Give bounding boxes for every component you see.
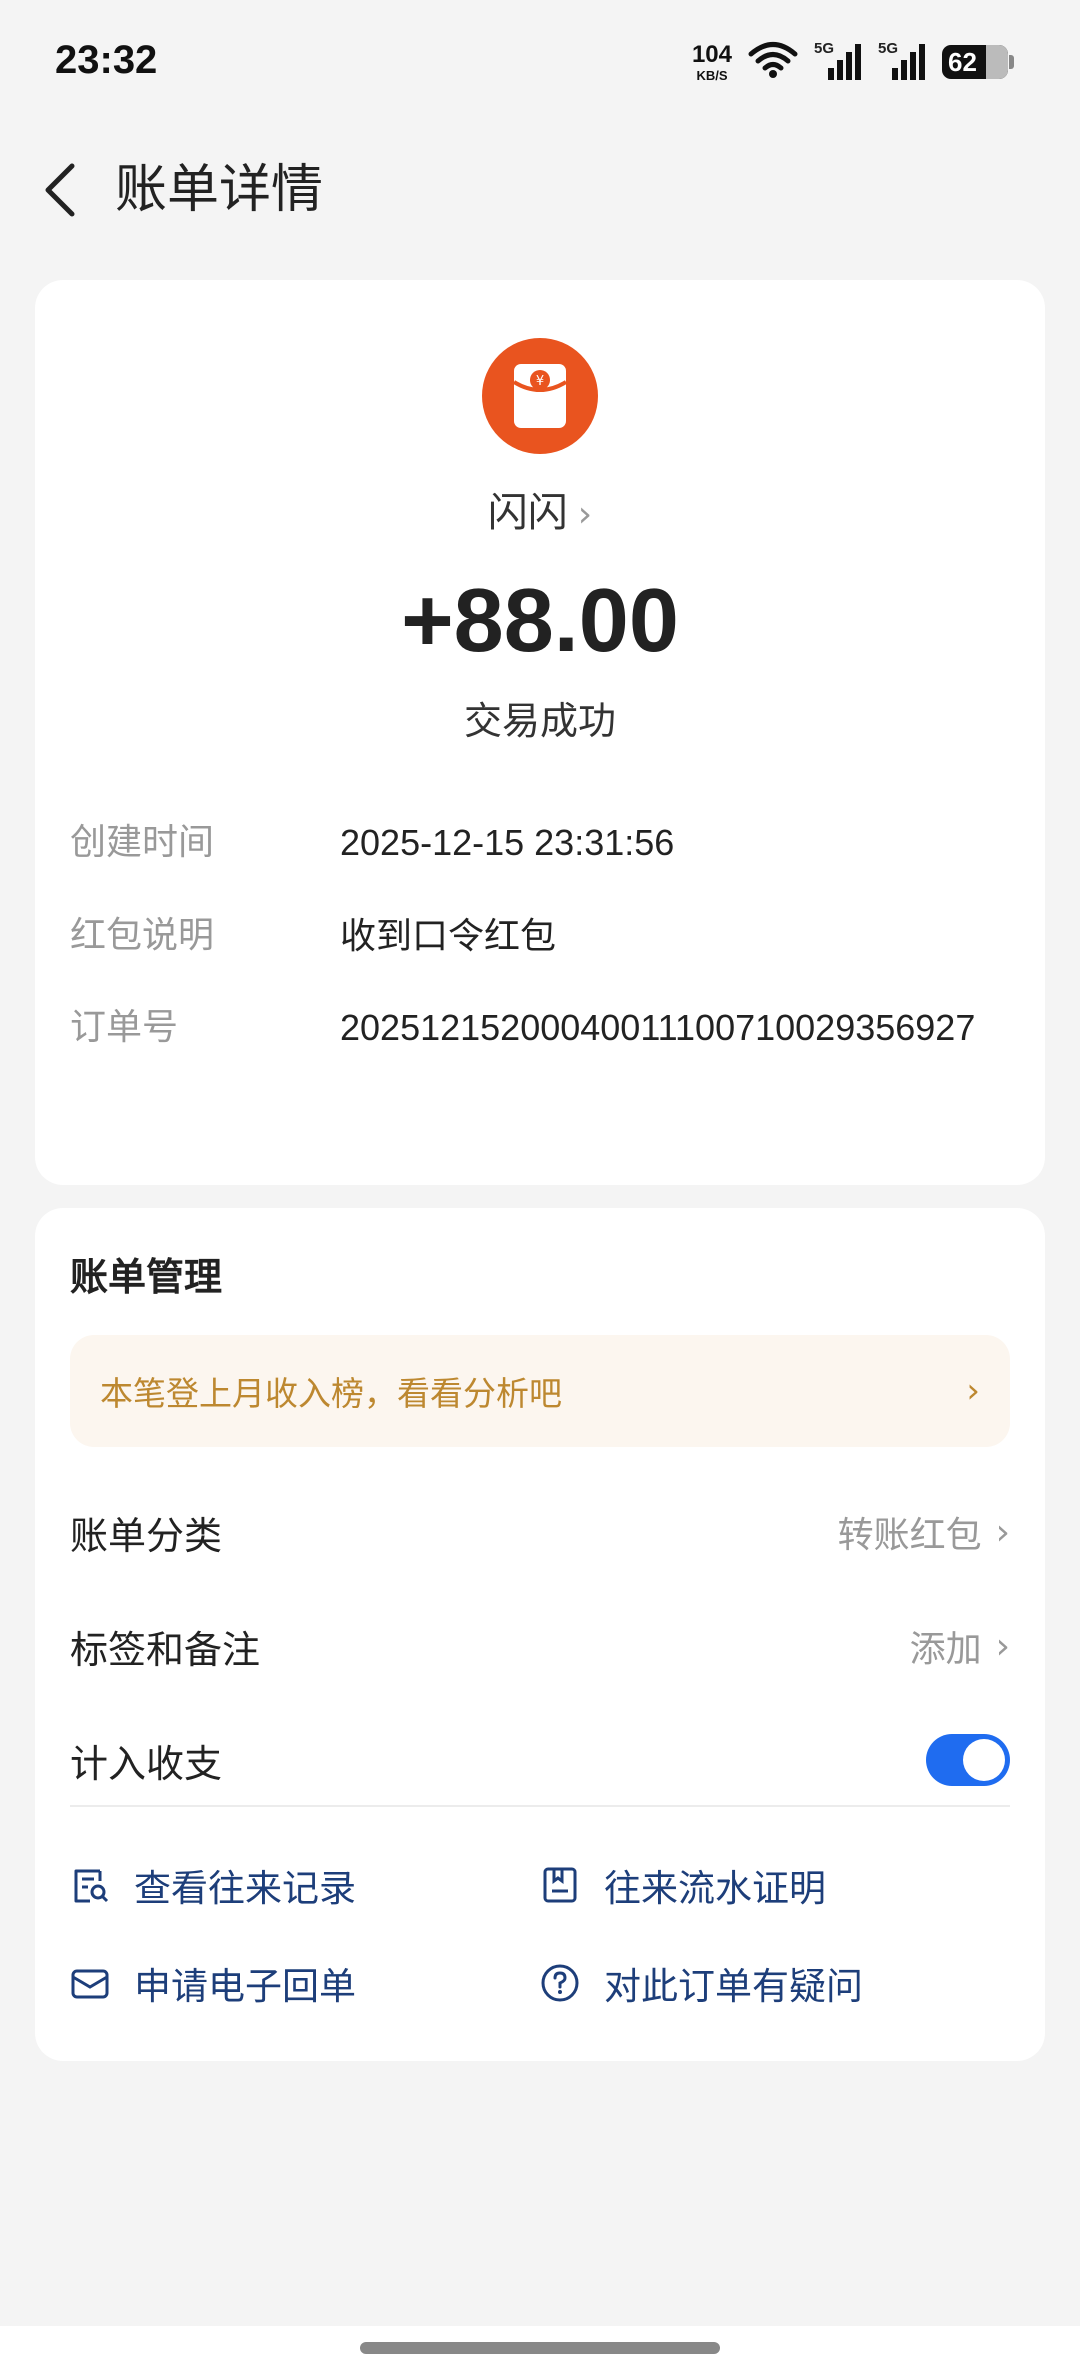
- bill-management-card: 账单管理 本笔登上月收入榜，看看分析吧 › 账单分类 转账红包 › 标签和备注 …: [35, 1208, 1045, 2061]
- link-label: 往来流水证明: [604, 1867, 826, 1910]
- toggle-knob: [963, 1739, 1005, 1781]
- section-title: 账单管理: [70, 1255, 223, 1299]
- chevron-right-icon: ›: [995, 1511, 1010, 1553]
- net-speed-unit: KB/S: [696, 67, 728, 83]
- chevron-left-icon: [45, 163, 75, 217]
- battery-empty: [986, 45, 1008, 79]
- status-bar: 23:32 104 KB/S 5G 5G 62: [0, 0, 1080, 120]
- tags-notes-row[interactable]: 标签和备注 添加 ›: [70, 1606, 1010, 1686]
- transaction-certificate-link[interactable]: 往来流水证明: [540, 1858, 826, 1912]
- net-speed-value: 104: [691, 40, 732, 68]
- row-label: 标签和备注: [70, 1627, 261, 1672]
- battery-icon: 62: [942, 45, 1014, 79]
- view-history-link[interactable]: 查看往来记录: [70, 1858, 356, 1912]
- detail-label: 订单号: [70, 1007, 179, 1048]
- row-value: 添加: [909, 1629, 982, 1670]
- link-label: 对此订单有疑问: [604, 1965, 863, 2008]
- link-label: 查看往来记录: [134, 1867, 356, 1910]
- record-search-icon: [70, 1865, 110, 1905]
- status-icons: 104 KB/S 5G 5G 62: [691, 40, 1014, 84]
- row-value: 转账红包: [837, 1515, 982, 1556]
- chevron-right-icon: ›: [966, 1371, 980, 1411]
- red-envelope-icon: ¥: [482, 338, 598, 454]
- transaction-amount: +88.00: [401, 571, 679, 671]
- banner-text: 本笔登上月收入榜，看看分析吧: [100, 1374, 562, 1413]
- transaction-card: ¥ 闪闪 › +88.00 交易成功 创建时间 2025-12-15 23:31:…: [35, 280, 1045, 1185]
- question-circle-icon: [540, 1963, 580, 2003]
- link-label: 申请电子回单: [134, 1965, 356, 2008]
- detail-label: 红包说明: [70, 915, 215, 956]
- nav-bar: 账单详情: [0, 140, 1080, 240]
- payer-link[interactable]: 闪闪 ›: [35, 480, 1045, 538]
- svg-text:¥: ¥: [536, 374, 544, 389]
- include-in-stats-toggle[interactable]: [926, 1734, 1010, 1786]
- back-button[interactable]: [30, 160, 90, 220]
- divider: [70, 1805, 1010, 1807]
- page-title: 账单详情: [115, 160, 324, 220]
- bill-category-row[interactable]: 账单分类 转账红包 ›: [70, 1492, 1010, 1572]
- detail-value: 2025-12-15 23:31:56: [340, 822, 675, 863]
- status-time: 23:32: [55, 38, 158, 82]
- payer-name: 闪闪: [487, 490, 568, 536]
- include-in-stats-row: 计入收支: [70, 1720, 1010, 1800]
- chevron-right-icon: ›: [577, 494, 593, 535]
- battery-level: 62: [948, 46, 977, 77]
- detail-value: 收到口令红包: [340, 915, 557, 956]
- row-label: 账单分类: [70, 1513, 223, 1558]
- row-label: 计入收支: [70, 1741, 223, 1786]
- order-number-value[interactable]: 20251215200040011100710029356927: [340, 1000, 1010, 1056]
- transaction-status: 交易成功: [463, 699, 616, 743]
- net-speed: 104 KB/S: [691, 40, 732, 83]
- request-receipt-link[interactable]: 申请电子回单: [70, 1956, 356, 2010]
- cell-signal-icon-2: 5G: [878, 40, 926, 82]
- home-indicator[interactable]: [360, 2342, 720, 2354]
- envelope-icon: [70, 1963, 110, 2003]
- chevron-right-icon: ›: [995, 1625, 1010, 1667]
- cell-signal-icon: 5G: [814, 40, 862, 82]
- order-question-link[interactable]: 对此订单有疑问: [540, 1956, 863, 2010]
- certificate-icon: [540, 1865, 580, 1905]
- wifi-icon: [748, 41, 798, 83]
- detail-label: 创建时间: [70, 822, 215, 863]
- income-ranking-banner[interactable]: 本笔登上月收入榜，看看分析吧 ›: [70, 1335, 1010, 1447]
